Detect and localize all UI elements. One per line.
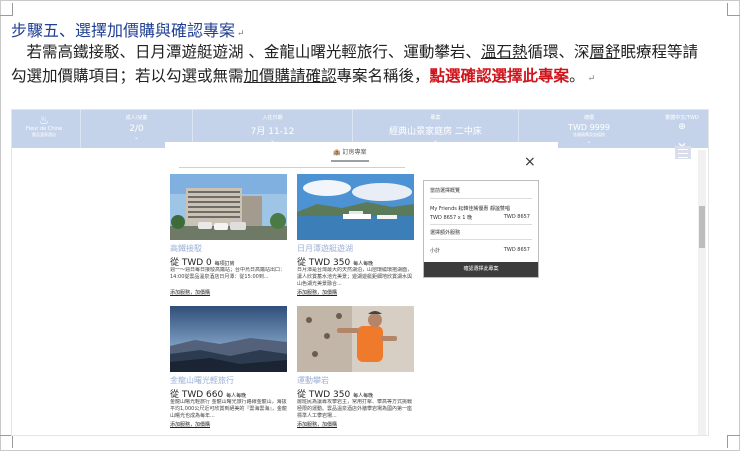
corner-mark	[0, 3, 13, 16]
subtotal-row: 小計 TWD 8657	[430, 247, 530, 254]
addon-description: 金龍山曙光輕旅行 金龍山曙光旅行路線金龍山，海拔平均1,000公尺近可欣賞到絕美…	[170, 399, 287, 419]
addon-title: 運動攀岩	[297, 376, 329, 385]
addon-card-rock-climbing: 運動攀岩 從 TWD 350 每人每晚 層班民為讓專攻攀岩主，常用打擊、攀高等方…	[297, 306, 414, 428]
addon-price: 從 TWD 350 每人每晚	[297, 390, 374, 400]
addon-title: 高鐵接駁	[170, 244, 202, 253]
addon-description: 層班民為讓專攻攀岩主，常用打擊、攀高等方式挑戰極限的運動。雲品溫泉酒店外牆攀岩場…	[297, 399, 413, 419]
language-currency-selector[interactable]: 繁體中文/TWD ⊕ ⌄	[662, 110, 702, 151]
lake-boat-image	[297, 174, 414, 240]
chevron-down-icon: ⌄	[133, 134, 140, 141]
paragraph-mark: ↵	[237, 29, 245, 39]
hotel-building-image	[170, 174, 287, 240]
extra-services-label: 選擇額外服務	[430, 230, 461, 236]
scrollbar[interactable]	[698, 150, 706, 435]
add-service-link[interactable]: 添加服務，加價購	[170, 289, 287, 296]
addon-price: 從 TWD 660 每人每晚	[170, 390, 247, 400]
addon-card-shuttle: 高鐵接駁 從 TWD 0 每項訂房 週一～週日每日接駁高鐵站；台中烏日高鐵站出口…	[170, 174, 287, 296]
hotel-logo: ♨ Fleur de Chine 雲品溫泉酒店	[25, 113, 63, 137]
add-service-link[interactable]: 添加服務，加價購	[170, 421, 287, 428]
corner-mark	[727, 435, 740, 448]
hotel-icon: 🏨	[333, 149, 341, 156]
rock-climbing-image	[297, 306, 414, 372]
highlight-instruction: 點選確認選擇此專案	[429, 66, 570, 85]
selection-summary-panel: 當前選擇概覽 My Friends 耘韓佳餚優惠 靜謐雙唱 TWD 8657 x…	[423, 180, 539, 278]
addon-description: 週一～週日每日接駁高鐵站；台中烏日高鐵站出口：14:00從雲品溫泉酒店日月潭：從…	[170, 267, 286, 280]
modal-header	[179, 145, 405, 168]
mountain-sunrise-image	[170, 306, 287, 372]
addon-price: 從 TWD 350 每人每晚	[297, 258, 374, 268]
corner-mark	[0, 435, 13, 448]
addon-modal: 🏨 訂房專案 × 高鐵接駁 從 TWD 0 每項訂房 週一～週日每日接駁高鐵站；…	[165, 142, 558, 435]
globe-icon: ⊕	[678, 122, 686, 132]
summary-title: 當前選擇概覽	[430, 188, 461, 194]
embedded-screenshot: ♨ Fleur de Chine 雲品溫泉酒店 成人/兒童 2/0 ⌄ 入住日期…	[11, 109, 709, 436]
add-service-link[interactable]: 添加服務，加價購	[297, 421, 414, 428]
scrollbar-thumb[interactable]	[699, 206, 705, 248]
confirm-plan-button[interactable]: 確認選擇此專案	[424, 262, 538, 277]
add-service-link[interactable]: 添加服務，加價購	[297, 289, 414, 296]
menu-icon[interactable]	[675, 146, 691, 159]
document-page: 步驟五、選擇加價購與確認專案 ↵ 若需高鐵接駁、日月潭遊艇遊湖 、金龍山曙光輕旅行…	[0, 0, 740, 451]
addon-description: 日月潭是台灣最大的天然湖泊，山巒環繞環抱湖面，讓人欣賞蓄水池光美景；遊湖遊艇鉅細…	[297, 267, 413, 287]
addon-title: 金龍山曙光輕旅行	[170, 376, 234, 385]
addon-price: 從 TWD 0 每項訂房	[170, 258, 235, 268]
corner-mark	[727, 3, 740, 16]
paragraph-mark: ↵	[587, 74, 596, 84]
addon-card-sunrise-tour: 金龍山曙光輕旅行 從 TWD 660 每人每晚 金龍山曙光輕旅行 金龍山曙光旅行…	[170, 306, 287, 428]
summary-item-price: TWD 8657 x 1 晚 TWD 8657	[430, 214, 530, 221]
step-heading: 步驟五、選擇加價購與確認專案 ↵	[11, 21, 245, 40]
tab-room-plans[interactable]: 🏨 訂房專案	[331, 145, 369, 162]
instruction-paragraph: 若需高鐵接駁、日月潭遊艇遊湖 、金龍山曙光輕旅行、運動攀岩、溫石熱循環、深層舒眠…	[11, 43, 698, 85]
addon-card-boat-tour: 日月潭遊艇遊湖 從 TWD 350 每人每晚 日月潭是台灣最大的天然湖泊，山巒環…	[297, 174, 414, 296]
summary-item: My Friends 耘韓佳餚優惠 靜謐雙唱	[430, 206, 511, 212]
close-icon[interactable]: ×	[524, 155, 536, 169]
addon-title: 日月潭遊艇遊湖	[297, 244, 353, 253]
